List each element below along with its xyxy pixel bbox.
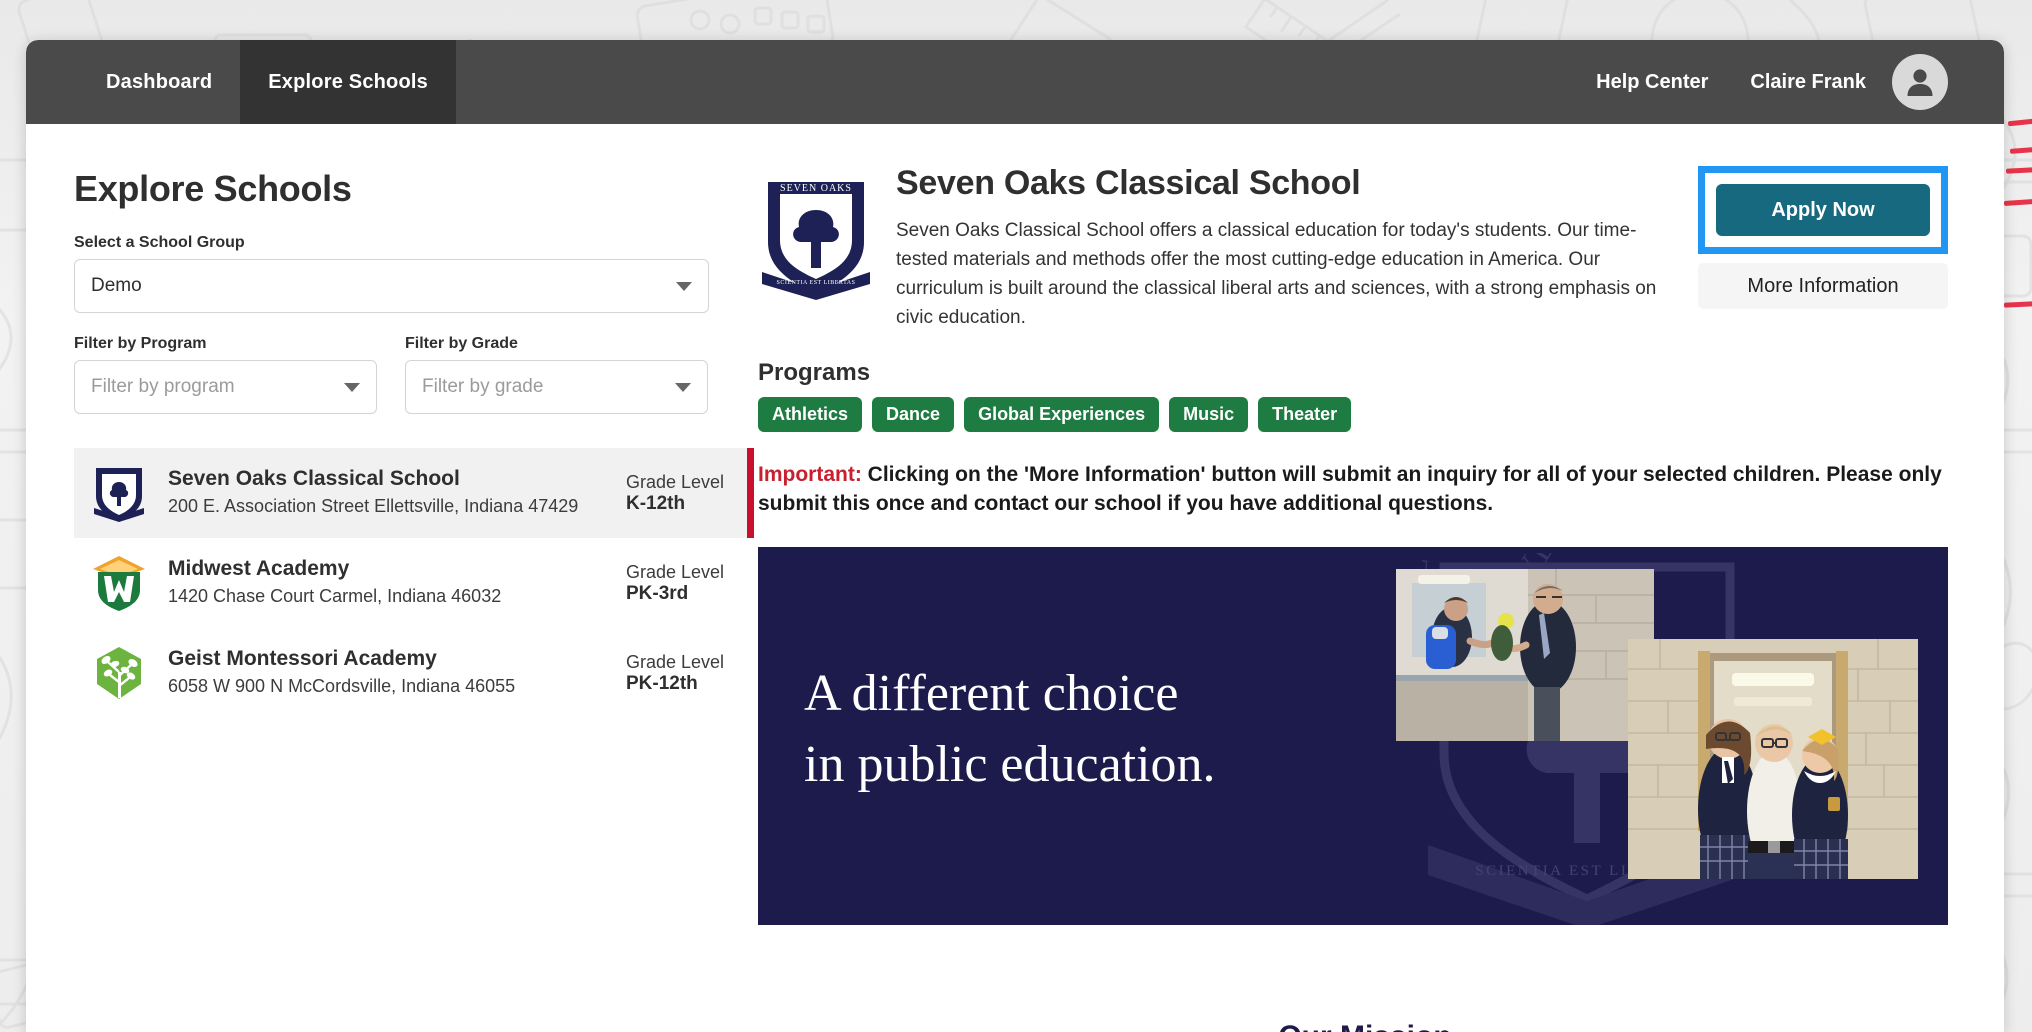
school-detail-description: Seven Oaks Classical School offers a cla… [896, 220, 1657, 328]
avatar-person-icon [1907, 69, 1933, 96]
chevron-down-icon [676, 281, 692, 291]
important-label: Important: [758, 462, 862, 486]
hallway-handshake-illustration [1396, 569, 1654, 742]
bottom-section-title: Our Mission [726, 1020, 2004, 1032]
chevron-down-icon [675, 382, 691, 392]
school-group-field: Select a School Group Demo [74, 234, 709, 313]
school-group-label: Select a School Group [74, 234, 245, 251]
grade-level-caption: Grade Level [626, 561, 725, 582]
apply-now-button[interactable]: Apply Now [1716, 184, 1930, 236]
school-detail-text: Seven Oaks Classical School Seven Oaks C… [896, 164, 1698, 333]
grade-level-caption: Grade Level [626, 651, 725, 672]
page-body: Explore Schools Select a School Group De… [26, 124, 2004, 1032]
program-filter-field: Filter by Program Filter by program [74, 335, 377, 414]
school-info: Seven Oaks Classical School 200 E. Assoc… [168, 467, 626, 519]
program-filter-label: Filter by Program [74, 335, 207, 352]
grade-level-value: PK-12th [626, 672, 698, 694]
chevron-down-icon [344, 382, 360, 392]
banner-headline: A different choice in public education. [804, 665, 1216, 793]
seven-oaks-shield-logo: SEVEN OAKS SCIENTIA EST LIBERTAS [758, 176, 874, 305]
programs-badge-list: Athletics Dance Global Experiences Music… [758, 396, 1948, 432]
school-name: Midwest Academy [168, 556, 350, 580]
filters-row: Filter by Program Filter by program Filt… [74, 335, 726, 414]
help-center-link[interactable]: Help Center [1596, 71, 1708, 94]
school-info: Midwest Academy 1420 Chase Court Carmel,… [168, 557, 626, 609]
school-name: Geist Montessori Academy [168, 646, 437, 670]
school-info: Geist Montessori Academy 6058 W 900 N Mc… [168, 647, 626, 699]
nav-tab-explore-schools[interactable]: Explore Schools [240, 40, 456, 124]
nav-tab-dashboard-label: Dashboard [106, 70, 213, 93]
three-students-in-hallway-photo [1628, 639, 1918, 880]
school-results-list: Seven Oaks Classical School 200 E. Assoc… [74, 448, 754, 718]
geist-montessori-leaf-icon [97, 647, 141, 699]
grade-filter-select[interactable]: Filter by grade [405, 360, 708, 414]
midwest-academy-shield-logo [88, 552, 150, 614]
program-filter-select[interactable]: Filter by program [74, 360, 377, 414]
seven-oaks-shield-icon [94, 468, 144, 522]
top-navigation-bar: Dashboard Explore Schools Help Center Cl… [26, 40, 2004, 124]
more-information-button[interactable]: More Information [1698, 263, 1948, 309]
program-badge: Dance [872, 396, 955, 432]
navbar-right-group: Help Center Claire Frank [1596, 40, 2004, 124]
seven-oaks-shield-logo [88, 462, 150, 524]
important-notice: Important: Clicking on the 'More Informa… [758, 460, 1948, 520]
program-badge: Athletics [758, 396, 863, 432]
important-message: Clicking on the 'More Information' butto… [758, 462, 1942, 516]
school-detail-title: Seven Oaks Classical School [896, 164, 1361, 202]
explore-sidebar: Explore Schools Select a School Group De… [26, 124, 754, 1032]
principal-greeting-student-photo [1396, 569, 1654, 742]
grade-filter-label: Filter by Grade [405, 335, 518, 352]
program-filter-placeholder: Filter by program [91, 376, 235, 397]
school-name: Seven Oaks Classical School [168, 466, 460, 490]
user-name-label[interactable]: Claire Frank [1750, 71, 1866, 94]
program-badge: Theater [1258, 396, 1352, 432]
program-badge: Global Experiences [964, 396, 1160, 432]
school-detail-panel: SEVEN OAKS SCIENTIA EST LIBERTAS Seven O… [726, 124, 2004, 1032]
grade-level-value: K-12th [626, 492, 686, 514]
svg-text:SCIENTIA EST LIBERTAS: SCIENTIA EST LIBERTAS [777, 280, 856, 286]
user-avatar-icon[interactable] [1892, 54, 1948, 110]
program-badge: Music [1169, 396, 1249, 432]
detail-action-buttons: Apply Now More Information [1698, 166, 1948, 309]
school-address: 1420 Chase Court Carmel, Indiana 46032 [168, 585, 502, 606]
school-list-item[interactable]: Seven Oaks Classical School 200 E. Assoc… [74, 448, 754, 538]
students-group-illustration [1628, 639, 1918, 880]
grade-level-value: PK-3rd [626, 582, 689, 604]
school-banner-image: SEVEN CLASSICAL SCHOOL SCIENTIA EST LIBE… [758, 547, 1948, 926]
programs-heading: Programs [758, 358, 871, 386]
page-title: Explore Schools [74, 168, 352, 209]
seven-oaks-shield-icon: SEVEN OAKS SCIENTIA EST LIBERTAS [762, 182, 870, 300]
grade-level-caption: Grade Level [626, 471, 725, 492]
school-group-select[interactable]: Demo [74, 259, 709, 313]
geist-montessori-leaf-logo [88, 642, 150, 704]
grade-filter-placeholder: Filter by grade [422, 376, 544, 397]
school-list-item[interactable]: Geist Montessori Academy 6058 W 900 N Mc… [74, 628, 754, 718]
svg-text:SEVEN OAKS: SEVEN OAKS [780, 183, 852, 194]
midwest-academy-shield-icon [93, 556, 145, 611]
apply-now-highlight-box: Apply Now [1698, 166, 1948, 254]
school-address: 200 E. Association Street Ellettsville, … [168, 495, 579, 516]
school-detail-header: SEVEN OAKS SCIENTIA EST LIBERTAS Seven O… [758, 164, 1948, 333]
nav-tab-dashboard[interactable]: Dashboard [78, 40, 240, 124]
school-group-selected-value: Demo [91, 275, 142, 296]
browser-window: Dashboard Explore Schools Help Center Cl… [26, 40, 2004, 1032]
school-address: 6058 W 900 N McCordsville, Indiana 46055 [168, 675, 516, 696]
school-list-item[interactable]: Midwest Academy 1420 Chase Court Carmel,… [74, 538, 754, 628]
grade-filter-field: Filter by Grade Filter by grade [405, 335, 708, 414]
nav-tab-explore-schools-label: Explore Schools [268, 70, 428, 93]
